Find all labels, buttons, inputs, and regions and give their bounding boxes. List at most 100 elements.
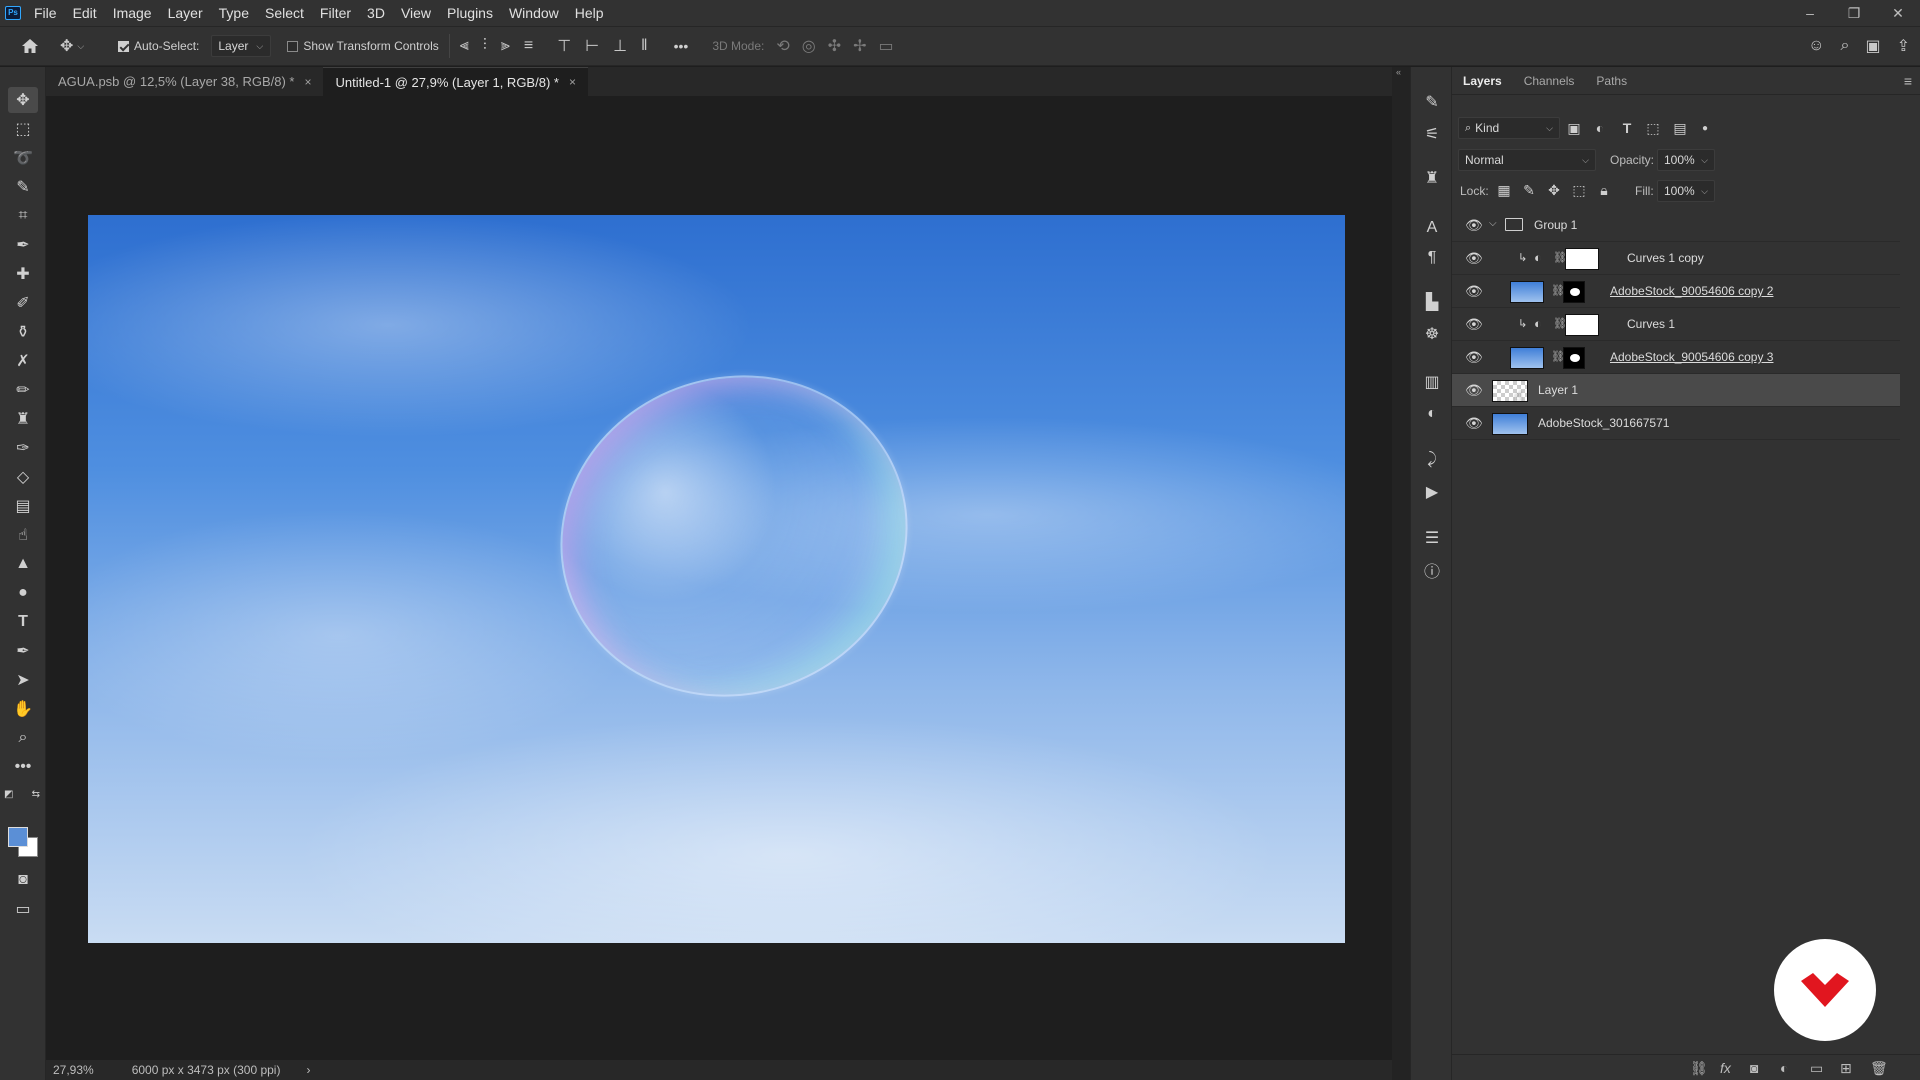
3d-slide-icon[interactable]: ✢	[853, 36, 866, 56]
eye-icon[interactable]: 👁︎	[1465, 250, 1483, 267]
navigator-icon[interactable]: ☸	[1419, 321, 1445, 347]
info-icon[interactable]: ⓘ	[1419, 557, 1445, 583]
share-icon[interactable]: ⇪	[1897, 36, 1910, 56]
filter-shape-icon[interactable]: ⬚	[1644, 120, 1662, 137]
smart-object-thumbnail[interactable]	[1492, 413, 1528, 435]
layer-row-group-1[interactable]: 👁︎ ⌵ Group 1	[1452, 209, 1900, 242]
eye-icon[interactable]: 👁︎	[1465, 415, 1483, 432]
document-image[interactable]	[88, 215, 1345, 943]
more-options-button[interactable]: •••	[674, 26, 689, 66]
lasso-tool[interactable]: ➰	[8, 145, 38, 171]
history-brush-tool[interactable]: ✑	[8, 435, 38, 461]
menu-image[interactable]: Image	[105, 0, 160, 26]
properties-icon[interactable]: ☰	[1419, 525, 1445, 551]
share-user-icon[interactable]: ☺	[1808, 37, 1824, 55]
layer-row-curves-1[interactable]: 👁︎ ↳ ◐ ⛓︎ Curves 1	[1452, 308, 1900, 341]
close-button[interactable]: ✕	[1876, 0, 1920, 26]
workspace-icon[interactable]: ▣	[1865, 36, 1880, 56]
eye-icon[interactable]: 👁︎	[1465, 217, 1483, 234]
swap-colors-icon[interactable]: ⇆	[32, 789, 40, 800]
layer-mask-thumbnail[interactable]	[1565, 248, 1599, 270]
tab-untitled-1[interactable]: Untitled-1 @ 27,9% (Layer 1, RGB/8) * ×	[323, 67, 588, 96]
fx-icon[interactable]: fx	[1720, 1060, 1731, 1076]
align-center-icon[interactable]: ⫶	[483, 37, 487, 55]
3d-camera-icon[interactable]: ▭	[879, 36, 894, 56]
eye-icon[interactable]: 👁︎	[1465, 382, 1483, 399]
restore-button[interactable]: ❐	[1832, 0, 1876, 26]
menu-plugins[interactable]: Plugins	[439, 0, 501, 26]
layer-mask-thumbnail[interactable]	[1563, 347, 1585, 369]
actions-icon[interactable]: ▶	[1419, 479, 1445, 505]
quick-mask-button[interactable]: ◙	[8, 867, 38, 893]
panel-menu-icon[interactable]: ≡	[1904, 73, 1912, 89]
filter-toggle-icon[interactable]: ●	[1696, 123, 1714, 134]
filter-type-icon[interactable]: T	[1618, 120, 1636, 136]
align-top-icon[interactable]: ⊤	[557, 36, 571, 56]
smudge-tool[interactable]: ☝	[8, 522, 38, 548]
close-tab-icon[interactable]: ×	[569, 75, 576, 89]
menu-layer[interactable]: Layer	[160, 0, 211, 26]
gradient-tool[interactable]: ▤	[8, 493, 38, 519]
filter-smart-object-icon[interactable]: ▤	[1671, 120, 1689, 137]
layer-row-layer-1[interactable]: 👁︎ ☝ Layer 1	[1452, 374, 1900, 407]
stamp-tool[interactable]: ♜	[8, 406, 38, 432]
add-mask-icon[interactable]: ◙	[1750, 1060, 1758, 1076]
menu-file[interactable]: File	[26, 0, 65, 26]
path-selection-tool[interactable]: ➤	[8, 667, 38, 693]
eraser-tool[interactable]: ◇	[8, 464, 38, 490]
crop-tool[interactable]: ⌗	[8, 203, 38, 229]
brush-tool[interactable]: ✐	[8, 290, 38, 316]
show-transform-check[interactable]	[287, 40, 299, 52]
lock-all-icon[interactable]: 🔒︎	[1595, 182, 1613, 199]
align-right-icon[interactable]: ⫸	[501, 37, 510, 55]
lock-transparent-icon[interactable]: ▦	[1495, 182, 1513, 199]
zoom-tool[interactable]: ⌕	[8, 725, 38, 751]
lock-position-icon[interactable]: ✥	[1545, 182, 1563, 199]
layer-row-curves-1-copy[interactable]: 👁︎ ↳ ◐ ⛓︎ Curves 1 copy	[1452, 242, 1900, 275]
menu-view[interactable]: View	[393, 0, 439, 26]
brushes-icon[interactable]: ⚟	[1419, 121, 1445, 147]
align-bottom-icon[interactable]: ⊥	[613, 36, 627, 56]
distribute-vertical-icon[interactable]: ≡	[524, 37, 533, 55]
pen-tool[interactable]: ✒	[8, 638, 38, 664]
canvas-area[interactable]	[46, 96, 1392, 1060]
more-tools[interactable]: •••	[8, 754, 38, 780]
tab-paths[interactable]: Paths	[1585, 67, 1638, 95]
distribute-horizontal-icon[interactable]: ‖	[641, 37, 648, 55]
eyedropper-tool[interactable]: ✒	[8, 232, 38, 258]
paint-brush-tool[interactable]: ✏	[8, 377, 38, 403]
collapse-icon[interactable]: «	[1396, 67, 1401, 77]
type-tool[interactable]: T	[8, 609, 38, 635]
menu-filter[interactable]: Filter	[312, 0, 359, 26]
opacity-input[interactable]: 100% ⌵	[1657, 149, 1715, 171]
move-tool-preset[interactable]: ✥ ⌵	[60, 26, 106, 66]
tab-channels[interactable]: Channels	[1513, 67, 1586, 95]
show-transform-controls-checkbox[interactable]: Show Transform Controls	[287, 26, 439, 66]
align-left-icon[interactable]: ⫷	[460, 37, 469, 55]
blend-mode-select[interactable]: Normal ⌵	[1458, 149, 1596, 171]
new-adjustment-icon[interactable]: ◐	[1780, 1060, 1788, 1076]
eye-icon[interactable]: 👁︎	[1465, 316, 1483, 333]
menu-select[interactable]: Select	[257, 0, 312, 26]
smart-object-thumbnail[interactable]	[1510, 281, 1544, 303]
hand-tool[interactable]: ✋	[8, 696, 38, 722]
filter-kind-select[interactable]: ⌕ Kind ⌵	[1458, 117, 1560, 139]
chevron-down-icon[interactable]: ⌵	[1489, 218, 1497, 229]
move-tool[interactable]: ✥	[8, 87, 38, 113]
filter-adjustment-icon[interactable]: ◐	[1591, 120, 1609, 136]
eye-icon[interactable]: 👁︎	[1465, 283, 1483, 300]
default-colors-icon[interactable]: ◩	[4, 789, 13, 800]
paragraph-icon[interactable]: ¶	[1419, 245, 1445, 271]
link-layers-icon[interactable]: ⛓︎	[1690, 1060, 1708, 1077]
auto-select-check[interactable]	[118, 40, 129, 52]
history-icon[interactable]: ⤸	[1419, 447, 1445, 473]
brush-settings-icon[interactable]: ✎	[1419, 89, 1445, 115]
menu-window[interactable]: Window	[501, 0, 567, 26]
close-tab-icon[interactable]: ×	[304, 75, 311, 89]
layer-row-adobestock-copy-3[interactable]: 👁︎ ⛓︎ AdobeStock_90054606 copy 3	[1452, 341, 1900, 374]
auto-select-checkbox[interactable]: Auto-Select:	[118, 26, 199, 66]
tab-agua-psb[interactable]: AGUA.psb @ 12,5% (Layer 38, RGB/8) * ×	[46, 67, 324, 96]
dodge-tool[interactable]: ●	[8, 580, 38, 606]
minimize-button[interactable]: –	[1788, 0, 1832, 26]
3d-orbit-icon[interactable]: ⟲	[776, 36, 789, 56]
